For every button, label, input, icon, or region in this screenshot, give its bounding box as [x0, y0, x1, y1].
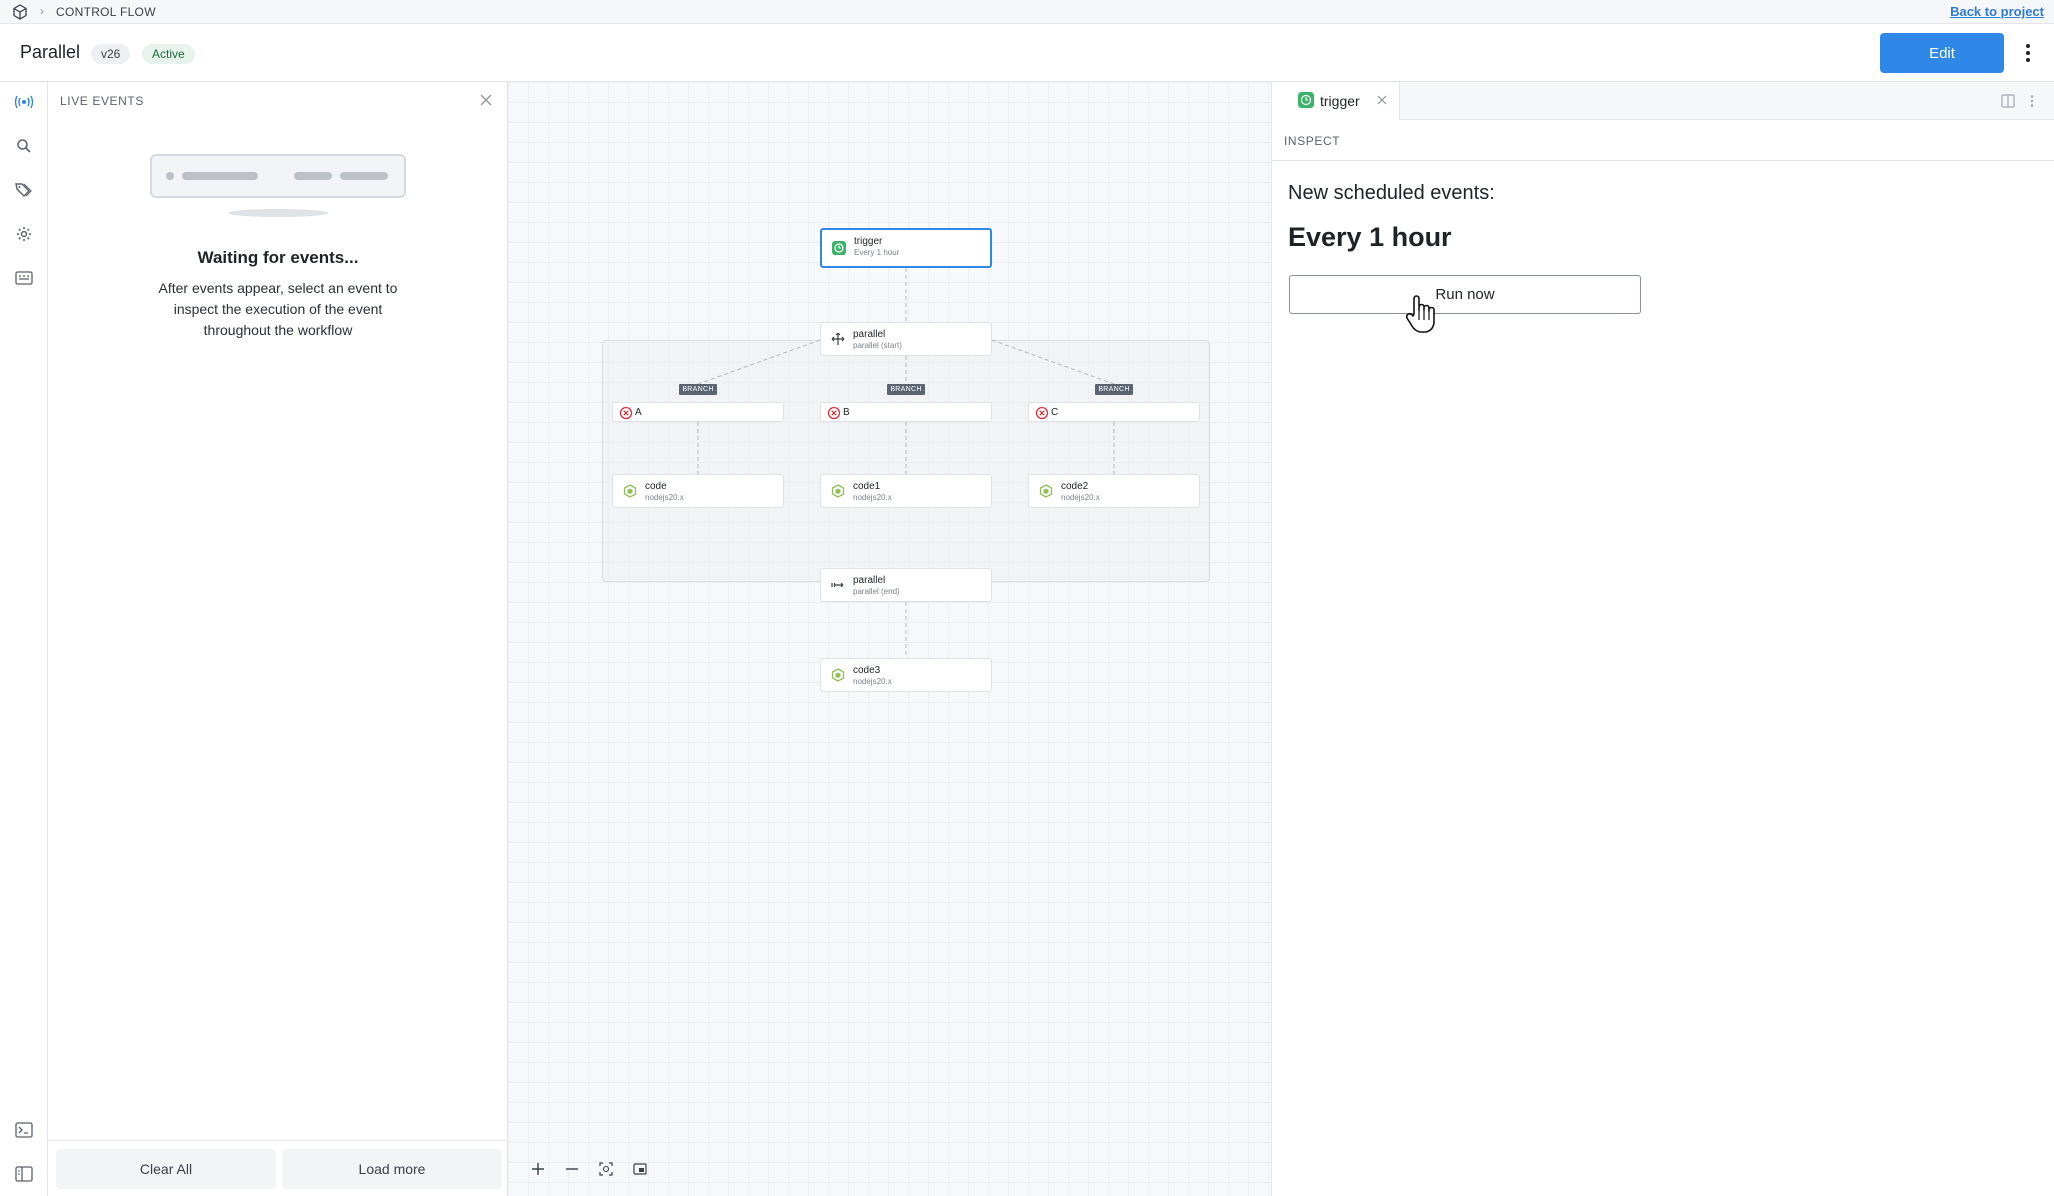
error-circle-icon — [1035, 406, 1049, 420]
node-label: B — [843, 407, 850, 418]
parallel-split-icon — [831, 332, 845, 345]
node-label: parallel — [853, 575, 886, 586]
branch-b-node[interactable]: B — [820, 402, 992, 422]
nodejs-icon — [623, 484, 637, 498]
schedule-heading: New scheduled events: — [1288, 182, 1495, 204]
tab-trigger[interactable]: trigger — [1272, 82, 1400, 120]
nodejs-icon — [831, 668, 845, 682]
workflow-canvas[interactable]: trigger Every 1 hour parallel parallel (… — [508, 82, 1272, 1196]
node-subtitle: nodejs20.x — [645, 493, 684, 502]
node-label: code2 — [1061, 481, 1089, 492]
zoom-out-icon[interactable] — [562, 1159, 582, 1179]
branch-a-node[interactable]: A — [612, 402, 784, 422]
more-options-icon[interactable] — [2018, 40, 2038, 66]
fit-view-icon[interactable] — [596, 1159, 616, 1179]
node-subtitle: nodejs20.x — [853, 677, 892, 686]
node-subtitle: parallel (start) — [853, 341, 902, 350]
panel-title: LIVE EVENTS — [60, 94, 144, 108]
split-view-icon[interactable] — [2000, 93, 2016, 109]
clear-all-button[interactable]: Clear All — [56, 1149, 276, 1189]
zoom-in-icon[interactable] — [528, 1159, 548, 1179]
status-badge: Active — [142, 44, 195, 64]
minimap-icon[interactable] — [630, 1159, 650, 1179]
empty-state-shadow — [228, 209, 328, 217]
parallel-merge-icon — [831, 582, 844, 588]
tab-label: trigger — [1320, 93, 1360, 109]
empty-state-description: After events appear, select an event to … — [158, 280, 398, 338]
settings-icon[interactable] — [12, 222, 36, 246]
hand-cursor-icon — [1405, 295, 1435, 333]
inspect-section-label: INSPECT — [1284, 134, 1341, 148]
close-icon[interactable] — [478, 92, 494, 108]
code2-node[interactable]: code2 nodejs20.x — [1028, 474, 1200, 508]
branch-c-node[interactable]: C — [1028, 402, 1200, 422]
panel-toggle-icon[interactable] — [12, 1162, 36, 1186]
clock-icon — [832, 241, 846, 255]
trigger-node[interactable]: trigger Every 1 hour — [820, 228, 992, 268]
run-now-button[interactable]: Run now — [1289, 275, 1641, 314]
left-rail — [0, 82, 48, 1196]
node-subtitle: nodejs20.x — [1061, 493, 1100, 502]
parallel-end-node[interactable]: parallel parallel (end) — [820, 568, 992, 602]
error-circle-icon — [619, 406, 633, 420]
branch-tag: BRANCH — [887, 384, 925, 395]
back-to-project-link[interactable]: Back to project — [1950, 4, 2044, 19]
edit-button[interactable]: Edit — [1880, 33, 2004, 73]
node-label: code — [645, 481, 667, 492]
page-title: Parallel — [20, 42, 81, 62]
workflow-header: Parallel v26 Active Edit — [0, 24, 2054, 82]
live-events-footer: Clear All Load more — [48, 1140, 508, 1196]
close-tab-icon[interactable] — [1376, 94, 1388, 106]
node-label: trigger — [854, 236, 883, 247]
node-subtitle: nodejs20.x — [853, 493, 892, 502]
empty-state-illustration — [150, 154, 406, 198]
empty-state-title: Waiting for events... — [197, 248, 359, 267]
breadcrumb-bar: › CONTROL FLOW Back to project — [0, 0, 2054, 24]
node-subtitle: Every 1 hour — [854, 248, 900, 257]
node-label: code1 — [853, 481, 881, 492]
load-more-button[interactable]: Load more — [282, 1149, 502, 1189]
error-circle-icon — [827, 406, 841, 420]
terminal-icon[interactable] — [12, 1118, 36, 1142]
tab-bar: trigger — [1272, 82, 2054, 120]
nodejs-icon — [831, 484, 845, 498]
tab-options-icon[interactable] — [2024, 93, 2040, 109]
keyboard-icon[interactable] — [12, 266, 36, 290]
node-label: code3 — [853, 665, 881, 676]
canvas-controls — [528, 1159, 650, 1179]
branch-tag: BRANCH — [1095, 384, 1133, 395]
code3-node[interactable]: code3 nodejs20.x — [820, 658, 992, 692]
nodejs-icon — [1039, 484, 1053, 498]
node-label: C — [1051, 407, 1059, 418]
chevron-right-icon: › — [40, 4, 44, 18]
node-label: parallel — [853, 329, 886, 340]
search-icon[interactable] — [12, 134, 36, 158]
parallel-start-node[interactable]: parallel parallel (start) — [820, 322, 992, 356]
schedule-value: Every 1 hour — [1288, 222, 1452, 252]
divider — [1272, 160, 2054, 161]
version-badge: v26 — [91, 44, 131, 64]
clock-icon — [1298, 92, 1314, 108]
code-node[interactable]: code nodejs20.x — [612, 474, 784, 508]
tags-icon[interactable] — [12, 178, 36, 202]
node-label: A — [635, 407, 642, 418]
code1-node[interactable]: code1 nodejs20.x — [820, 474, 992, 508]
live-events-panel: LIVE EVENTS Waiting for events... After … — [48, 82, 508, 1196]
breadcrumb[interactable]: CONTROL FLOW — [56, 5, 156, 19]
node-subtitle: parallel (end) — [853, 587, 900, 596]
branch-tag: BRANCH — [679, 384, 717, 395]
inspect-panel: trigger INSPECT New scheduled events: Ev… — [1272, 82, 2054, 1196]
live-events-icon[interactable] — [12, 90, 36, 114]
cube-logo-icon[interactable] — [12, 4, 28, 20]
